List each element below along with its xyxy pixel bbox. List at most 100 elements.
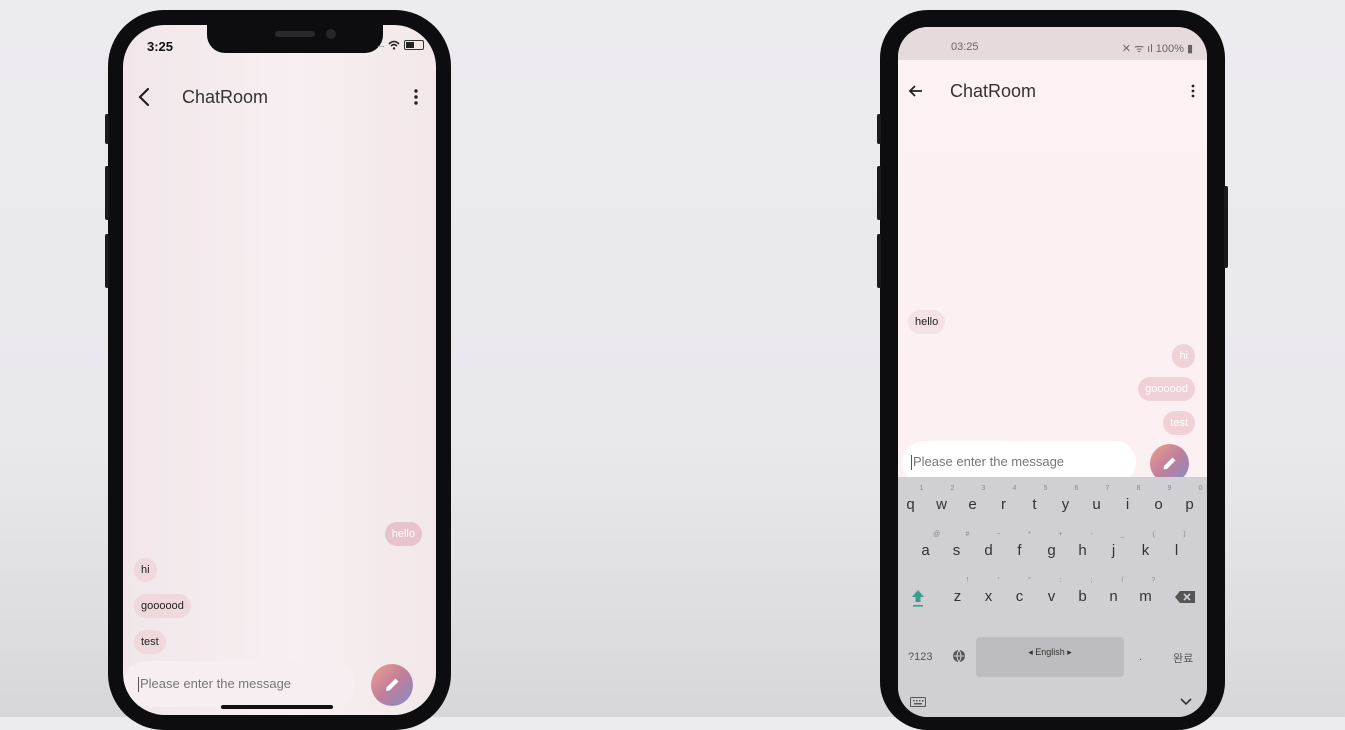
key-x[interactable]: x	[973, 588, 1004, 605]
power-button	[1224, 186, 1228, 268]
more-vertical-icon[interactable]	[413, 88, 419, 106]
backspace-icon[interactable]	[1174, 590, 1196, 604]
caret-right-icon: ▸	[1067, 647, 1072, 657]
android-screen: 03:25 ✕ ᯤ ıl 100% ▮ ChatRoom hello hi go…	[898, 27, 1207, 717]
key-hint: ?	[1151, 577, 1156, 584]
key-hint: /	[1121, 577, 1124, 584]
globe-icon[interactable]	[952, 649, 966, 663]
signal-dots: ....	[376, 39, 385, 50]
key-m[interactable]: m	[1130, 588, 1161, 605]
android-mockup: 03:25 ✕ ᯤ ıl 100% ▮ ChatRoom hello hi go…	[877, 10, 1228, 730]
period-key[interactable]: .	[1139, 651, 1142, 663]
message-bubble: goooood	[134, 594, 191, 618]
speaker	[275, 31, 315, 37]
key-hint: 9	[1167, 485, 1172, 492]
status-bar: 03:25 ✕ ᯤ ıl 100% ▮	[898, 27, 1207, 60]
hide-keyboard-chevron-icon[interactable]	[1179, 697, 1193, 707]
back-chevron-icon[interactable]	[137, 87, 153, 107]
key-j[interactable]: j	[1098, 542, 1129, 559]
volume-down-button	[105, 234, 109, 288]
done-key[interactable]: 완료	[1173, 650, 1193, 666]
key-q[interactable]: q	[898, 496, 926, 513]
message-input[interactable]: Please enter the message	[123, 661, 355, 707]
key-g[interactable]: g	[1036, 542, 1067, 559]
key-e[interactable]: e	[957, 496, 988, 513]
volume-up-button	[877, 166, 881, 220]
key-hint: 4	[1012, 485, 1017, 492]
key-y[interactable]: y	[1050, 496, 1081, 513]
wifi-icon	[388, 40, 400, 50]
text-caret	[138, 677, 139, 693]
key-o[interactable]: o	[1143, 496, 1174, 513]
key-hint: 8	[1136, 485, 1141, 492]
key-hint: ;	[1090, 577, 1093, 584]
text-caret	[911, 455, 912, 471]
key-b[interactable]: b	[1067, 588, 1098, 605]
home-indicator	[221, 705, 333, 709]
key-l[interactable]: l	[1161, 542, 1192, 559]
key-v[interactable]: v	[1036, 588, 1067, 605]
battery-icon: ▮	[1186, 43, 1193, 55]
shift-arrow-icon[interactable]	[910, 587, 926, 607]
front-camera	[326, 29, 336, 39]
key-u[interactable]: u	[1081, 496, 1112, 513]
key-p[interactable]: p	[1174, 496, 1205, 513]
space-label-row: ◂ English ▸	[976, 637, 1124, 658]
key-hint: '	[997, 577, 1000, 584]
message-bubble: hello	[908, 310, 946, 334]
key-r[interactable]: r	[988, 496, 1019, 513]
notch	[207, 25, 383, 53]
key-f[interactable]: f	[1004, 542, 1035, 559]
message-bubble: goooood	[1138, 377, 1195, 401]
battery-icon	[404, 39, 424, 50]
space-key[interactable]: ◂ English ▸	[976, 637, 1124, 677]
key-hint: -	[1090, 531, 1093, 538]
symbols-key[interactable]: ?123	[908, 651, 932, 663]
keyboard-icon[interactable]	[910, 697, 926, 707]
message-bubble: hi	[1172, 344, 1195, 368]
mute-icon: ✕	[1121, 43, 1131, 55]
key-w[interactable]: w	[926, 496, 957, 513]
back-arrow-icon[interactable]	[908, 83, 924, 99]
key-hint: 5	[1043, 485, 1048, 492]
caret-left-icon: ◂	[1028, 647, 1033, 657]
page-title: ChatRoom	[950, 81, 1037, 101]
side-button	[877, 114, 881, 144]
key-hint: "	[1028, 577, 1031, 584]
key-s[interactable]: s	[941, 542, 972, 559]
key-z[interactable]: z	[942, 588, 973, 605]
status-time: 03:25	[951, 41, 979, 53]
key-hint: _	[1120, 531, 1125, 538]
key-k[interactable]: k	[1130, 542, 1161, 559]
signal-icon: ıl	[1147, 43, 1153, 55]
send-button[interactable]	[371, 664, 413, 706]
key-hint: ~	[996, 531, 1001, 538]
key-hint: @	[932, 531, 941, 538]
message-input-placeholder: Please enter the message	[913, 454, 1065, 469]
status-time: 3:25	[147, 39, 174, 54]
space-language-label: English	[1035, 647, 1065, 657]
key-hint: 7	[1105, 485, 1110, 492]
key-hint: !	[966, 577, 969, 584]
key-hint: 0	[1198, 485, 1203, 492]
wifi-icon: ᯤ	[1134, 43, 1145, 55]
iphone-screen: 3:25 .... ChatRoom hello hi goooood test…	[123, 25, 436, 715]
more-vertical-icon[interactable]	[1190, 84, 1196, 98]
key-c[interactable]: c	[1004, 588, 1035, 605]
key-h[interactable]: h	[1067, 542, 1098, 559]
key-hint: *	[1028, 531, 1031, 538]
pencil-icon	[386, 678, 399, 691]
key-a[interactable]: a	[910, 542, 941, 559]
key-t[interactable]: t	[1019, 496, 1050, 513]
mute-switch	[105, 114, 109, 144]
page-title: ChatRoom	[182, 87, 269, 107]
keyboard: 1 2 3 4 5 6 7 8 9 0 q w e r t y u i o p …	[898, 477, 1207, 717]
key-n[interactable]: n	[1098, 588, 1129, 605]
key-hint: 1	[919, 485, 924, 492]
message-bubble: hello	[384, 522, 422, 546]
battery-percent: 100%	[1155, 43, 1184, 55]
message-bubble: hi	[134, 558, 157, 582]
key-d[interactable]: d	[973, 542, 1004, 559]
key-hint: 6	[1074, 485, 1079, 492]
key-i[interactable]: i	[1112, 496, 1143, 513]
